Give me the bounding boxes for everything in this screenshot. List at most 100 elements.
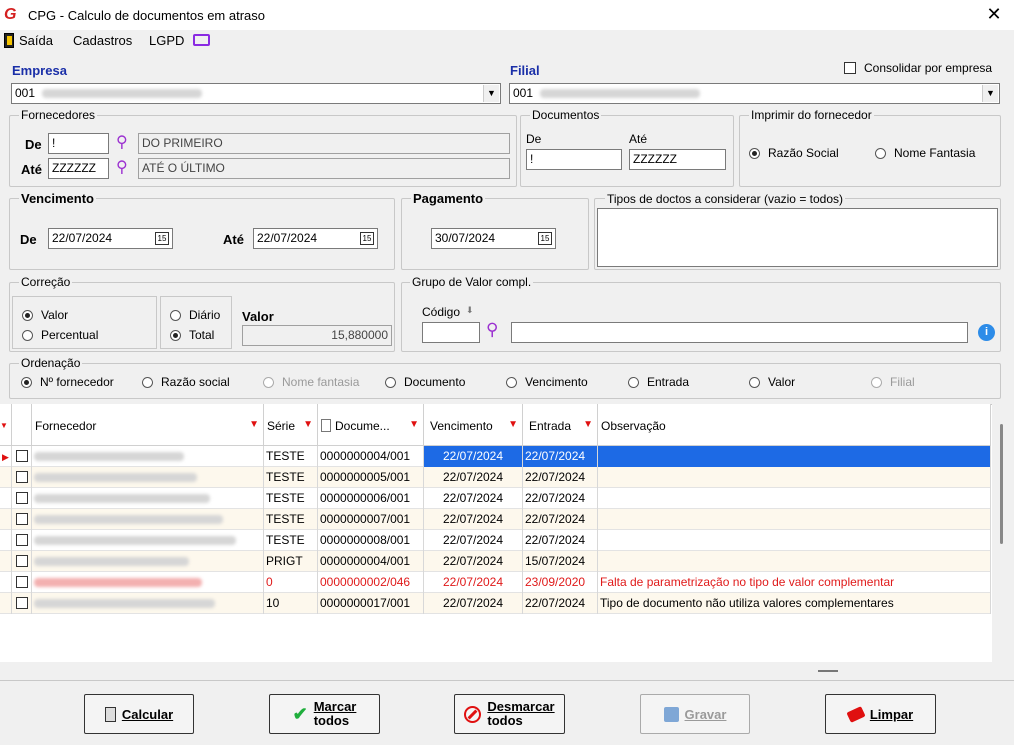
radio-ord-fornecedor[interactable] (21, 377, 32, 388)
tipos-textarea[interactable] (597, 208, 998, 267)
monitor-icon[interactable] (193, 34, 210, 46)
valor-option-label: Valor (41, 308, 69, 322)
radio-valor[interactable] (22, 310, 33, 321)
search-icon[interactable]: ⚲ (116, 132, 128, 152)
radio-diario[interactable] (170, 310, 181, 321)
filter-icon[interactable]: ▼ (508, 419, 518, 430)
radio-ord-entrada[interactable] (628, 377, 639, 388)
scrollbar-thumb[interactable] (1000, 424, 1003, 544)
limpar-button[interactable]: Limpar (825, 694, 936, 734)
radio-total[interactable] (170, 330, 181, 341)
grid-header-entrada[interactable]: Entrada ▼ (523, 404, 598, 446)
search-icon[interactable]: ⚲ (486, 320, 498, 340)
fornecedor-ate-input[interactable]: ZZZZZZ (48, 158, 109, 179)
menu-lgpd[interactable]: LGPD (149, 33, 184, 48)
redacted-text (34, 599, 215, 609)
document-icon (321, 419, 331, 432)
radio-ord-razao[interactable] (142, 377, 153, 388)
grid-header-fornecedor[interactable]: Fornecedor ▼ (32, 404, 264, 446)
cell-serie: TESTE (264, 509, 318, 530)
cell-venc: 22/07/2024 (424, 572, 523, 593)
radio-percentual[interactable] (22, 330, 33, 341)
row-checkbox-cell (12, 446, 32, 467)
radio-razao-social[interactable] (749, 148, 760, 159)
marcar-todos-button[interactable]: ✔ Marcar todos (269, 694, 380, 734)
cell-venc: 22/07/2024 (424, 530, 523, 551)
correcao-valor-field: 15,880000 (242, 325, 392, 346)
grid-header-observacao[interactable]: Observação (598, 404, 991, 446)
calendar-icon[interactable]: 15 (360, 232, 374, 245)
menu-cadastros[interactable]: Cadastros (73, 33, 132, 48)
row-checkbox-cell (12, 530, 32, 551)
row-checkbox[interactable] (16, 576, 28, 588)
vencimento-ate-input[interactable]: 22/07/2024 15 (253, 228, 378, 249)
filter-icon[interactable]: ▼ (249, 419, 259, 430)
cell-fornecedor-redacted (32, 467, 264, 488)
cell-doc: 0000000004/001 (318, 551, 424, 572)
radio-ord-valor[interactable] (749, 377, 760, 388)
table-row[interactable]: PRIGT 0000000004/001 22/07/2024 15/07/2024 (0, 551, 991, 572)
resize-grip[interactable] (818, 670, 838, 672)
row-checkbox-cell (12, 572, 32, 593)
filter-icon[interactable]: ▼ (409, 419, 419, 430)
consolidar-checkbox[interactable] (844, 62, 856, 74)
codigo-input[interactable] (422, 322, 480, 343)
razao-social-label: Razão Social (768, 146, 839, 160)
grid-header-vencimento[interactable]: Vencimento ▼ (424, 404, 523, 446)
grid-scrollbar[interactable] (992, 404, 1012, 662)
chevron-down-icon[interactable]: ▼ (982, 85, 998, 102)
documentos-ate-input[interactable]: ZZZZZZ (629, 149, 726, 170)
grid-header-documento[interactable]: Docume... ▼ (318, 404, 424, 446)
menu-saida[interactable]: Saída (19, 33, 53, 48)
grupo-desc-input[interactable] (511, 322, 968, 343)
table-row[interactable]: TESTE 0000000007/001 22/07/2024 22/07/2024 (0, 509, 991, 530)
row-checkbox[interactable] (16, 450, 28, 462)
table-row[interactable]: TESTE 0000000005/001 22/07/2024 22/07/2024 (0, 467, 991, 488)
calcular-button[interactable]: Calcular (84, 694, 194, 734)
filial-value: 001 (513, 86, 534, 100)
row-checkbox[interactable] (16, 492, 28, 504)
vencimento-ate-label: Até (223, 232, 244, 247)
grid-header-check[interactable] (12, 404, 32, 446)
filter-icon[interactable]: ▼ (303, 419, 313, 430)
info-icon[interactable]: i (978, 324, 995, 341)
desmarcar-todos-button[interactable]: Desmarcar todos (454, 694, 565, 734)
calendar-icon[interactable]: 15 (155, 232, 169, 245)
row-checkbox[interactable] (16, 471, 28, 483)
row-checkbox[interactable] (16, 513, 28, 525)
table-row[interactable]: TESTE 0000000008/001 22/07/2024 22/07/2024 (0, 530, 991, 551)
radio-nome-fantasia[interactable] (875, 148, 886, 159)
marcar-label-line2: todos (313, 713, 350, 728)
row-checkbox-cell (12, 467, 32, 488)
vencimento-de-input[interactable]: 22/07/2024 15 (48, 228, 173, 249)
vencimento-ate-value: 22/07/2024 (257, 231, 318, 245)
grid-header-serie[interactable]: Série ▼ (264, 404, 318, 446)
radio-ord-documento[interactable] (385, 377, 396, 388)
radio-ord-vencimento[interactable] (506, 377, 517, 388)
save-icon (663, 706, 679, 722)
row-checkbox[interactable] (16, 555, 28, 567)
table-row[interactable]: ▶ TESTE 0000000004/001 22/07/2024 22/07/2024 (0, 446, 991, 467)
header-vencimento-label: Vencimento (430, 419, 493, 433)
table-row[interactable]: TESTE 0000000006/001 22/07/2024 22/07/2024 (0, 488, 991, 509)
fornecedor-de-input[interactable]: ! (48, 133, 109, 154)
empresa-name-redacted (42, 89, 203, 99)
documentos-de-input[interactable]: ! (526, 149, 622, 170)
chevron-down-icon[interactable]: ▼ (483, 85, 499, 102)
table-row[interactable]: 0 0000000002/046 22/07/2024 23/09/2020 Falta… (0, 572, 991, 593)
calendar-icon[interactable]: 15 (538, 232, 552, 245)
pagamento-input[interactable]: 30/07/2024 15 (431, 228, 556, 249)
filial-select[interactable]: 001 ▼ (509, 83, 1000, 104)
filter-icon[interactable]: ▼ (583, 419, 593, 430)
row-checkbox[interactable] (16, 534, 28, 546)
row-checkbox[interactable] (16, 597, 28, 609)
gravar-label: Gravar (684, 706, 727, 722)
empresa-select[interactable]: 001 ▼ (11, 83, 501, 104)
cell-doc: 0000000008/001 (318, 530, 424, 551)
fornecedores-title: Fornecedores (19, 108, 98, 122)
table-row[interactable]: 10 0000000017/001 22/07/2024 22/07/2024 Tipo… (0, 593, 991, 614)
nome-fantasia-label: Nome Fantasia (894, 146, 976, 160)
search-icon[interactable]: ⚲ (116, 157, 128, 177)
vencimento-de-label: De (20, 232, 37, 247)
close-icon[interactable]: ✕ (984, 4, 1004, 25)
